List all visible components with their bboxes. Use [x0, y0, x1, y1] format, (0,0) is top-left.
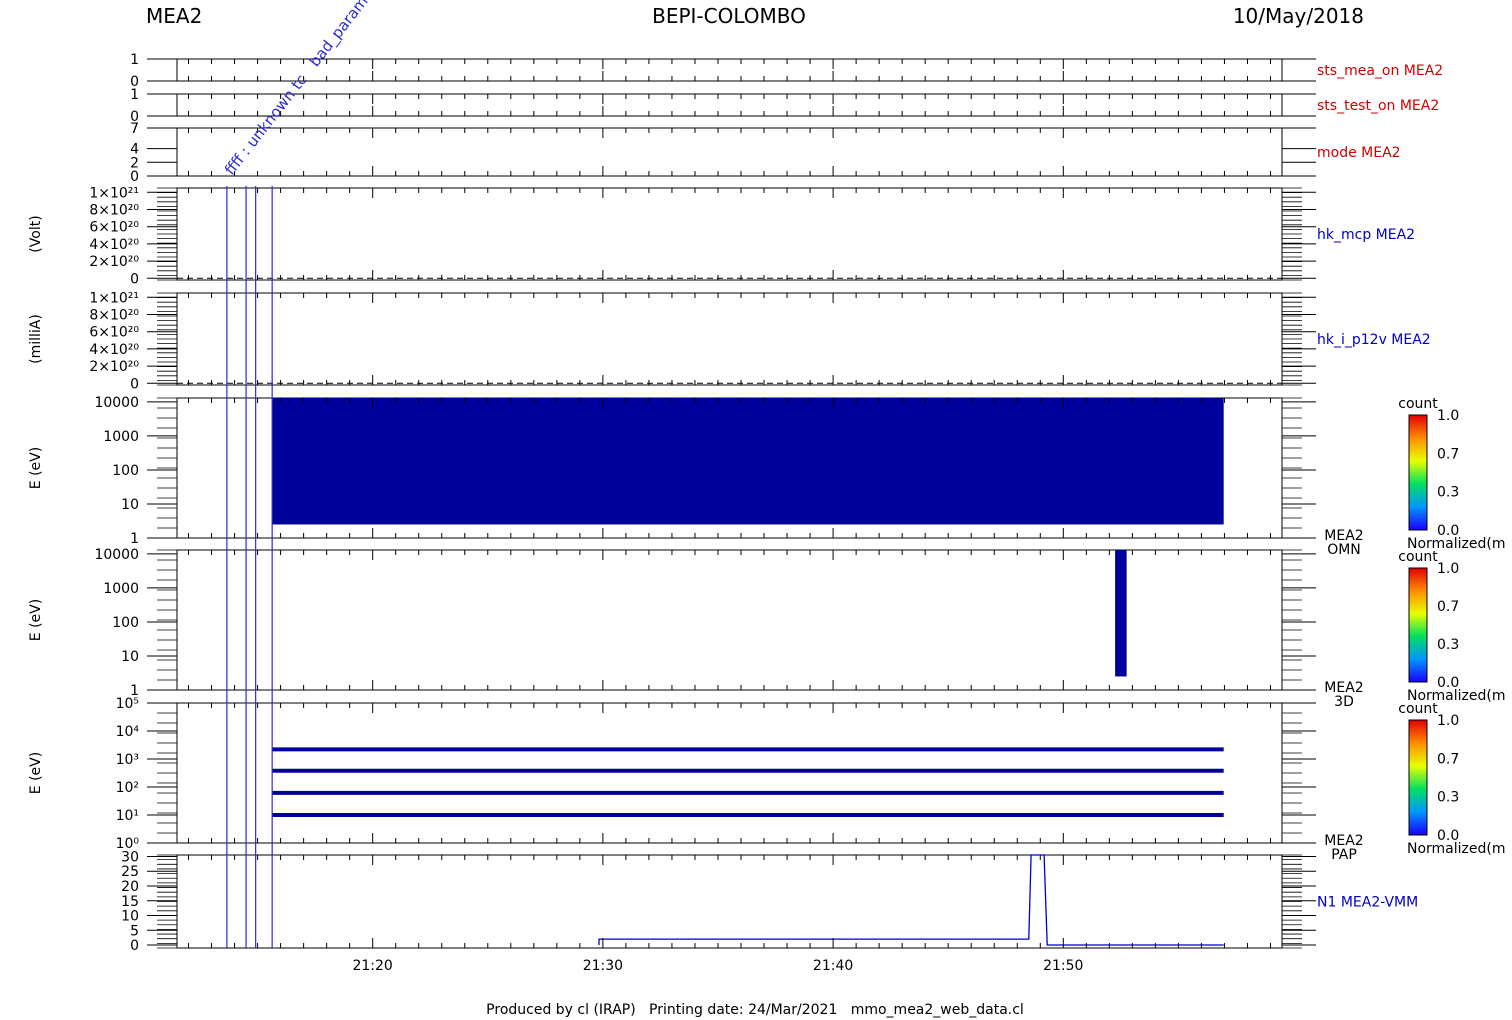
colorbar-tick-label: 1.0: [1437, 408, 1459, 424]
panel-OMN: 100001000100101E (eV)MEA2OMNcount1.00.70…: [28, 395, 1506, 558]
y-tick-label: 20: [121, 879, 139, 895]
y-tick-label: 1000: [103, 429, 139, 445]
panel-label: N1 MEA2-VMM: [1317, 895, 1418, 911]
colorbar: count1.00.70.30.0Normalized(m: [1398, 549, 1505, 704]
y-tick-label: 0: [130, 271, 139, 287]
y-tick-label: 10¹: [116, 808, 139, 824]
y-tick-label: 10⁴: [116, 724, 140, 740]
panel-frame: [176, 127, 1283, 177]
event-annotation: ffff : unknown tc bad_param voltage_off_…: [221, 0, 573, 179]
colorbar-tick-label: 0.7: [1437, 599, 1459, 615]
panel-frame: [176, 702, 1283, 844]
y-axis-label: (Volt): [28, 215, 44, 252]
colorbar: count1.00.70.30.0Normalized(m: [1398, 701, 1505, 857]
y-tick-label: 10²: [116, 780, 139, 796]
side-label-mode: 3D: [1334, 694, 1354, 710]
panel-label: hk_i_p12v MEA2: [1317, 332, 1431, 348]
panel-label: mode MEA2: [1317, 145, 1401, 161]
side-label-mode: OMN: [1327, 542, 1361, 558]
colorbar-bar: [1408, 567, 1428, 683]
y-tick-label: 1×10²¹: [89, 185, 139, 201]
y-tick-label: 10: [121, 909, 139, 925]
y-axis-label: (milliA): [28, 314, 44, 364]
colorbar-tick-label: 0.3: [1437, 637, 1459, 653]
panel-PAP: 10⁵10⁴10³10²10¹10⁰E (eV)MEA2PAPcount1.00…: [28, 696, 1506, 863]
panel-hk-i-p12v: 1×10²¹8×10²⁰ 6×10²⁰4×10²⁰2×10²⁰0 (milliA) h…: [28, 290, 1431, 392]
colorbar-tick-label: 1.0: [1437, 713, 1459, 729]
y-tick-label: 1: [130, 87, 139, 103]
y-axis-label: E (eV): [28, 599, 44, 641]
colorbar-tick-label: 0.3: [1437, 485, 1459, 501]
y-tick-label: 1: [130, 52, 139, 68]
colorbar-title: count: [1398, 701, 1438, 717]
colorbar-bar: [1408, 414, 1428, 531]
y-tick-label: 100: [112, 463, 139, 479]
colorbar-bar: [1408, 719, 1428, 836]
y-tick-label: 10³: [116, 752, 139, 768]
x-tick-label: 21:40: [813, 958, 853, 974]
y-tick-label: 0: [130, 938, 139, 954]
colorbar-tick-label: 1.0: [1437, 561, 1459, 577]
y-tick-label: 1: [130, 531, 139, 547]
y-tick-label: 25: [121, 864, 139, 880]
y-tick-label: 0: [130, 169, 139, 185]
header-center: BEPI-COLOMBO: [652, 4, 806, 28]
panel-frame: [176, 187, 1283, 281]
y-tick-label: 2×10²⁰: [89, 254, 139, 270]
panel-label: sts_mea_on MEA2: [1317, 63, 1443, 79]
panel-hk-mcp: 1×10²¹8×10²⁰ 6×10²⁰4×10²⁰2×10²⁰0 (Volt) hk_…: [28, 185, 1415, 287]
y-axis-label: E (eV): [28, 447, 44, 489]
y-tick-label: 8×10²⁰: [89, 307, 139, 323]
colorbar-tick-label: 0.7: [1437, 446, 1459, 462]
x-tick-label: 21:30: [583, 958, 623, 974]
colorbar-title: count: [1398, 396, 1438, 412]
bepi-colombo-mea2-figure: MEA2 BEPI-COLOMBO 10/May/2018 Produced b…: [28, 0, 1506, 1018]
side-label-mode: PAP: [1331, 847, 1357, 863]
panel-frame: [176, 854, 1283, 949]
panel-label: hk_mcp MEA2: [1317, 227, 1415, 243]
colorbar-caption: Normalized(m: [1407, 841, 1506, 857]
y-tick-label: 5: [130, 923, 139, 939]
y-tick-label: 2×10²⁰: [89, 359, 139, 375]
y-tick-label: 100: [112, 615, 139, 631]
spectrogram-block: [272, 398, 1224, 525]
header-right: 10/May/2018: [1233, 4, 1364, 28]
x-tick-label: 21:50: [1043, 958, 1083, 974]
panel-label: sts_test_on MEA2: [1317, 98, 1439, 114]
panel-frame: [176, 58, 1283, 82]
y-axis-label: E (eV): [28, 752, 44, 794]
panel-sts-test-on: 10sts_test_on MEA2: [130, 87, 1439, 125]
colorbar-tick-label: 0.3: [1437, 790, 1459, 806]
y-tick-label: 10⁵: [116, 696, 139, 712]
y-tick-label: 10: [121, 649, 139, 665]
y-tick-label: 4×10²⁰: [89, 342, 139, 358]
y-tick-label: 10: [121, 497, 139, 513]
panel-3D: 100001000100101E (eV)MEA23Dcount1.00.70.…: [28, 547, 1506, 710]
series-line: [598, 854, 1224, 946]
y-tick-label: 1000: [103, 581, 139, 597]
y-tick-label: 15: [121, 894, 139, 910]
panel-N1: 302520151050 N1 MEA2-VMM: [121, 849, 1418, 954]
y-tick-label: 7: [130, 121, 139, 137]
y-tick-label: 1×10²¹: [89, 290, 139, 306]
y-tick-label: 6×10²⁰: [89, 325, 139, 341]
spectrogram-block: [1115, 550, 1127, 677]
panel-frame: [176, 292, 1283, 386]
y-tick-label: 0: [130, 376, 139, 392]
y-tick-label: 30: [121, 849, 139, 865]
y-tick-label: 4×10²⁰: [89, 237, 139, 253]
y-tick-label: 10000: [94, 395, 139, 411]
x-tick-label: 21:20: [352, 958, 392, 974]
footer-text: Produced by cl (IRAP) Printing date: 24/…: [486, 1002, 1024, 1018]
plot-layer: 10sts_mea_on MEA210sts_test_on MEA27420m…: [28, 52, 1506, 974]
y-tick-label: 6×10²⁰: [89, 220, 139, 236]
panel-frame: [176, 93, 1283, 117]
y-tick-label: 10000: [94, 547, 139, 563]
header-left: MEA2: [146, 4, 202, 28]
colorbar-title: count: [1398, 549, 1438, 565]
colorbar-tick-label: 0.7: [1437, 751, 1459, 767]
panel-mode: 7420mode MEA2: [130, 121, 1400, 185]
colorbar: count1.00.70.30.0Normalized(m: [1398, 396, 1505, 552]
y-tick-label: 8×10²⁰: [89, 202, 139, 218]
